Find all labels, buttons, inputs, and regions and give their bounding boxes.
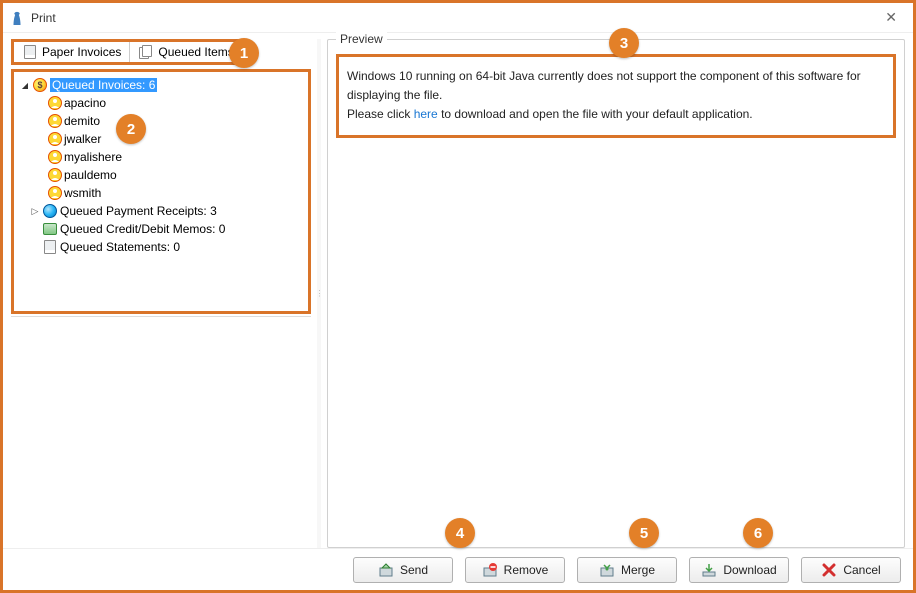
close-button[interactable]: ✕ [875, 5, 907, 30]
tree-label: myalishere [64, 150, 122, 164]
remove-icon [482, 562, 498, 578]
app-icon [9, 10, 25, 26]
callout-4: 4 [445, 518, 475, 548]
twisty-icon[interactable] [20, 80, 30, 91]
merge-icon [599, 562, 615, 578]
preview-line1: Windows 10 running on 64-bit Java curren… [347, 67, 885, 105]
tree-label: wsmith [64, 186, 101, 200]
tree-blank-area [11, 316, 311, 548]
doc-icon [42, 239, 58, 255]
merge-button[interactable]: Merge [577, 557, 677, 583]
callout-2: 2 [116, 114, 146, 144]
send-button[interactable]: Send [353, 557, 453, 583]
tab-label: Paper Invoices [42, 45, 121, 59]
callout-3: 3 [609, 28, 639, 58]
globe-icon [42, 203, 58, 219]
preview-line2b: to download and open the file with your … [441, 107, 753, 121]
callout-6: 6 [743, 518, 773, 548]
preview-message: Windows 10 running on 64-bit Java curren… [336, 54, 896, 138]
print-dialog: Print ✕ Paper Invoices Queued Items Queu… [0, 0, 916, 593]
twisty-icon[interactable] [30, 206, 40, 217]
tree-label: apacino [64, 96, 106, 110]
preview-line2: Please click here to download and open t… [347, 105, 885, 124]
coin-icon [32, 77, 48, 93]
tab-paper-invoices[interactable]: Paper Invoices [14, 42, 130, 62]
tree-label: Queued Payment Receipts: 3 [60, 204, 217, 218]
tree-node-user[interactable]: wsmith [16, 184, 306, 202]
tree-node-user[interactable]: demito [16, 112, 306, 130]
btn-label: Cancel [843, 563, 880, 577]
tree-node-queued-credit-debit[interactable]: Queued Credit/Debit Memos: 0 [16, 220, 306, 238]
preview-here-link[interactable]: here [414, 107, 438, 121]
callout-1: 1 [229, 38, 259, 68]
download-icon [701, 562, 717, 578]
copies-icon [138, 44, 154, 60]
tree-node-user[interactable]: myalishere [16, 148, 306, 166]
tree-box: Queued Invoices: 6 apacino demito jwalke… [11, 69, 311, 314]
user-coin-icon [48, 96, 62, 110]
btn-label: Merge [621, 563, 655, 577]
doc-icon [22, 44, 38, 60]
tree-node-queued-payment-receipts[interactable]: Queued Payment Receipts: 3 [16, 202, 306, 220]
user-coin-icon [48, 132, 62, 146]
user-coin-icon [48, 168, 62, 182]
cancel-button[interactable]: Cancel [801, 557, 901, 583]
remove-button[interactable]: Remove [465, 557, 565, 583]
tree-label: jwalker [64, 132, 101, 146]
tree-node-user[interactable]: jwalker [16, 130, 306, 148]
btn-label: Download [723, 563, 776, 577]
tree-node-queued-invoices[interactable]: Queued Invoices: 6 [16, 76, 306, 94]
tree-label: Queued Credit/Debit Memos: 0 [60, 222, 225, 236]
tree-node-user[interactable]: apacino [16, 94, 306, 112]
user-coin-icon [48, 186, 62, 200]
tree-label: Queued Statements: 0 [60, 240, 180, 254]
send-icon [378, 562, 394, 578]
tree-node-user[interactable]: pauldemo [16, 166, 306, 184]
window-title: Print [31, 11, 875, 25]
preview-line2a: Please click [347, 107, 414, 121]
tree-label: pauldemo [64, 168, 117, 182]
download-button[interactable]: Download [689, 557, 789, 583]
right-panel: Preview Windows 10 running on 64-bit Jav… [327, 39, 905, 548]
tree-node-queued-statements[interactable]: Queued Statements: 0 [16, 238, 306, 256]
button-bar: Send Remove Merge Download Cancel [3, 548, 913, 590]
tab-queued-items[interactable]: Queued Items [130, 42, 241, 62]
tree-label: Queued Invoices: 6 [50, 78, 157, 92]
splitter[interactable] [317, 39, 321, 548]
cancel-icon [821, 562, 837, 578]
preview-legend: Preview [336, 32, 387, 46]
memo-icon [42, 221, 58, 237]
btn-label: Send [400, 563, 428, 577]
callout-5: 5 [629, 518, 659, 548]
titlebar: Print ✕ [3, 3, 913, 33]
user-coin-icon [48, 114, 62, 128]
tab-row: Paper Invoices Queued Items [11, 39, 245, 65]
tree-label: demito [64, 114, 100, 128]
preview-fieldset: Preview Windows 10 running on 64-bit Jav… [327, 39, 905, 548]
tab-label: Queued Items [158, 45, 233, 59]
left-panel: Paper Invoices Queued Items Queued Invoi… [11, 39, 311, 548]
user-coin-icon [48, 150, 62, 164]
btn-label: Remove [504, 563, 549, 577]
